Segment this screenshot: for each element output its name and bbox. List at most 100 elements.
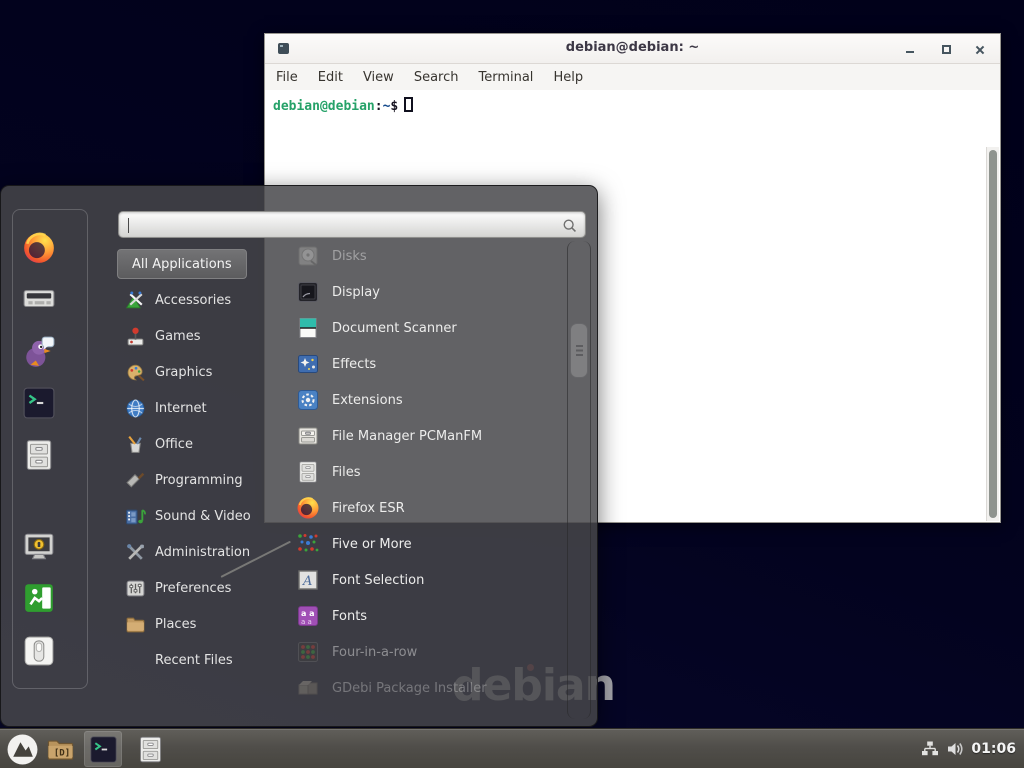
network-icon[interactable] bbox=[921, 740, 939, 758]
taskbar-files-button[interactable] bbox=[131, 731, 169, 767]
category-programming[interactable]: Programming bbox=[117, 462, 269, 498]
terminal-titlebar[interactable]: debian@debian: ~ bbox=[265, 34, 1000, 64]
app-item-display[interactable]: Display bbox=[284, 274, 567, 310]
category-places[interactable]: Places bbox=[117, 606, 269, 642]
category-all-applications[interactable]: All Applications bbox=[117, 249, 247, 279]
favorite-shutdown[interactable] bbox=[22, 634, 56, 668]
app-item-font-selection[interactable]: A Font Selection bbox=[284, 562, 567, 598]
app-label: Effects bbox=[332, 357, 376, 372]
category-label: Internet bbox=[155, 401, 207, 416]
menu-scrollbar[interactable] bbox=[567, 241, 591, 719]
document-scanner-icon bbox=[296, 316, 320, 340]
category-label: Accessories bbox=[155, 293, 231, 308]
text-caret bbox=[128, 218, 129, 233]
category-preferences[interactable]: Preferences bbox=[117, 570, 269, 606]
search-icon bbox=[561, 217, 578, 234]
favorite-terminal[interactable] bbox=[22, 386, 56, 420]
category-label: Recent Files bbox=[155, 653, 233, 668]
menu-terminal[interactable]: Terminal bbox=[478, 70, 533, 85]
maximize-button[interactable] bbox=[938, 42, 954, 57]
terminal-cursor bbox=[404, 97, 413, 112]
category-accessories[interactable]: Accessories bbox=[117, 282, 269, 318]
sound-video-icon bbox=[125, 506, 146, 527]
administration-icon bbox=[125, 542, 146, 563]
menu-scrollbar-thumb[interactable] bbox=[570, 323, 588, 378]
app-label: GDebi Package Installer bbox=[332, 681, 487, 696]
app-item-document-scanner[interactable]: Document Scanner bbox=[284, 310, 567, 346]
favorite-logout[interactable] bbox=[22, 581, 56, 615]
font-selection-icon: A bbox=[296, 568, 320, 592]
favorite-pidgin[interactable] bbox=[22, 335, 56, 369]
taskbar: [D] 01:06 bbox=[0, 728, 1024, 768]
menu-search[interactable]: Search bbox=[414, 70, 459, 85]
app-label: File Manager PCManFM bbox=[332, 429, 482, 444]
terminal-scrollbar[interactable] bbox=[986, 147, 999, 521]
folder-d-icon: [D] bbox=[46, 735, 75, 764]
favorite-screensaver[interactable] bbox=[22, 530, 56, 564]
category-label: Administration bbox=[155, 545, 250, 560]
app-item-disks[interactable]: Disks bbox=[284, 238, 567, 274]
internet-globe-icon bbox=[125, 398, 146, 419]
favorite-files[interactable] bbox=[22, 438, 56, 472]
disks-icon bbox=[296, 244, 320, 268]
search-input[interactable] bbox=[118, 211, 586, 238]
app-item-effects[interactable]: Effects bbox=[284, 346, 567, 382]
category-label: Graphics bbox=[155, 365, 212, 380]
app-item-file-manager-pcmanfm[interactable]: File Manager PCManFM bbox=[284, 418, 567, 454]
category-label: All Applications bbox=[132, 257, 232, 272]
app-label: Fonts bbox=[332, 609, 367, 624]
category-games[interactable]: Games bbox=[117, 318, 269, 354]
places-folder-icon bbox=[125, 614, 146, 635]
clock[interactable]: 01:06 bbox=[971, 741, 1016, 757]
menu-help[interactable]: Help bbox=[553, 70, 583, 85]
category-graphics[interactable]: Graphics bbox=[117, 354, 269, 390]
svg-text:[D]: [D] bbox=[53, 748, 69, 758]
menu-edit[interactable]: Edit bbox=[318, 70, 343, 85]
favorite-firefox[interactable] bbox=[22, 231, 56, 265]
taskbar-menu-button[interactable] bbox=[3, 731, 41, 767]
volume-icon[interactable] bbox=[946, 740, 964, 758]
window-title: debian@debian: ~ bbox=[265, 40, 1000, 55]
menu-button-icon bbox=[6, 733, 39, 766]
extensions-icon bbox=[296, 388, 320, 412]
taskbar-file-manager-button[interactable]: [D] bbox=[41, 731, 79, 767]
favorite-keyboard[interactable] bbox=[22, 281, 56, 315]
terminal-menubar: File Edit View Search Terminal Help bbox=[265, 64, 1000, 90]
app-item-five-or-more[interactable]: Five or More bbox=[284, 526, 567, 562]
app-item-files[interactable]: Files bbox=[284, 454, 567, 490]
category-recent-files[interactable]: Recent Files bbox=[117, 642, 269, 678]
application-list: Disks Display Document Scanner Effects E… bbox=[284, 238, 567, 706]
app-item-gdebi[interactable]: GDebi Package Installer bbox=[284, 670, 567, 706]
terminal-icon bbox=[89, 735, 118, 764]
menu-view[interactable]: View bbox=[363, 70, 394, 85]
menu-file[interactable]: File bbox=[276, 70, 298, 85]
app-label: Four-in-a-row bbox=[332, 645, 417, 660]
logout-icon bbox=[22, 581, 56, 615]
app-label: Document Scanner bbox=[332, 321, 457, 336]
app-item-four-in-a-row[interactable]: Four-in-a-row bbox=[284, 634, 567, 670]
category-label: Office bbox=[155, 437, 193, 452]
close-button[interactable] bbox=[972, 42, 988, 57]
category-office[interactable]: Office bbox=[117, 426, 269, 462]
app-label: Display bbox=[332, 285, 380, 300]
office-icon bbox=[125, 434, 146, 455]
category-sound-video[interactable]: Sound & Video bbox=[117, 498, 269, 534]
app-label: Font Selection bbox=[332, 573, 424, 588]
minimize-button[interactable] bbox=[902, 42, 918, 57]
minimize-icon bbox=[906, 51, 914, 53]
five-or-more-icon bbox=[296, 532, 320, 556]
app-item-extensions[interactable]: Extensions bbox=[284, 382, 567, 418]
terminal-scrollbar-thumb[interactable] bbox=[989, 150, 997, 518]
category-label: Preferences bbox=[155, 581, 231, 596]
taskbar-terminal-button[interactable] bbox=[84, 731, 122, 767]
app-label: Disks bbox=[332, 249, 367, 264]
category-label: Places bbox=[155, 617, 196, 632]
app-item-firefox-esr[interactable]: Firefox ESR bbox=[284, 490, 567, 526]
app-item-fonts[interactable]: a aa aFonts bbox=[284, 598, 567, 634]
effects-icon bbox=[296, 352, 320, 376]
file-manager-icon bbox=[296, 424, 320, 448]
category-internet[interactable]: Internet bbox=[117, 390, 269, 426]
category-label: Games bbox=[155, 329, 200, 344]
programming-icon bbox=[125, 470, 146, 491]
app-label: Files bbox=[332, 465, 361, 480]
